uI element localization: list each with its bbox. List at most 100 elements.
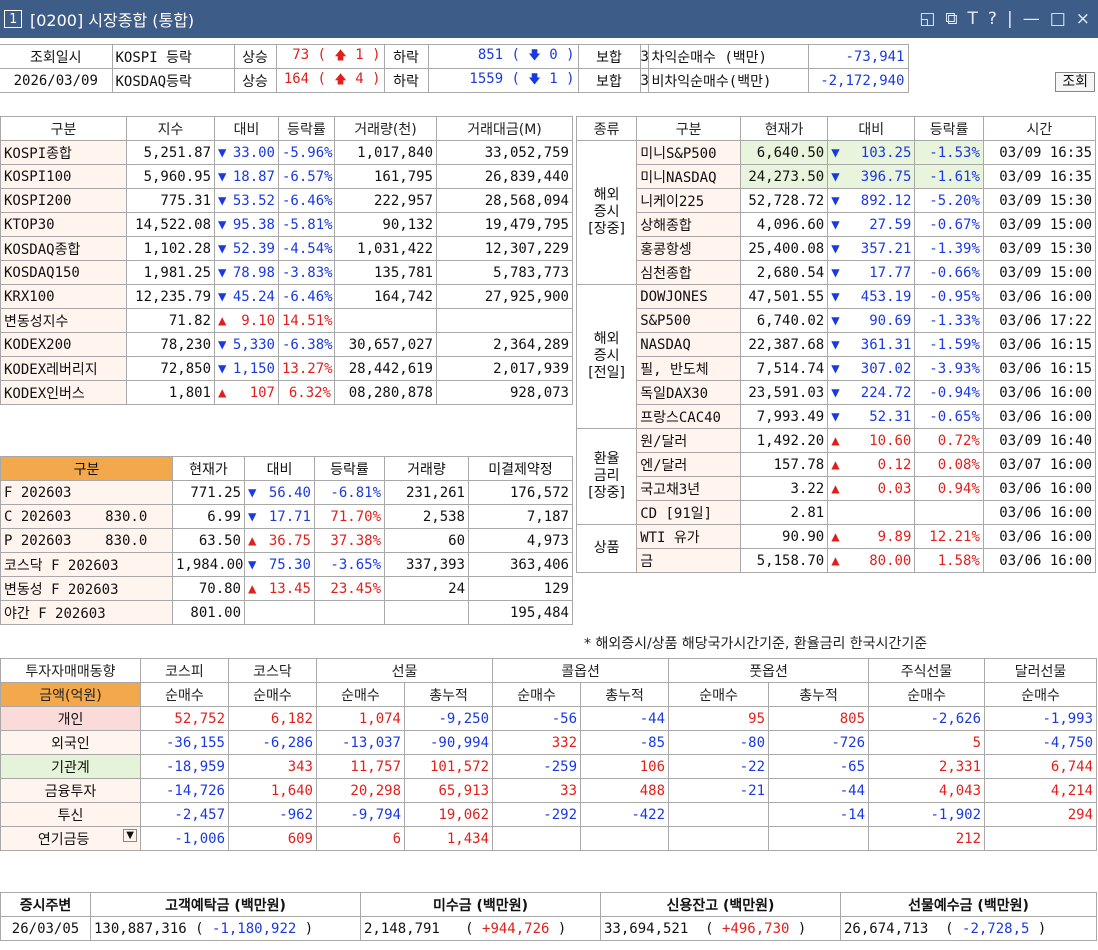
index-row[interactable]: KODEX레버리지 72,850 ▼ 1,150 13.27% 28,442,61… <box>0 356 573 381</box>
index-row[interactable]: KOSPI종합 5,251.87 ▼ 33.00 -5.96% 1,017,840… <box>0 140 573 165</box>
index-row[interactable]: KOSDAQ150 1,981.25 ▼ 78.98 -3.83% 135,781… <box>0 260 573 285</box>
query-button[interactable]: 조회 <box>1055 71 1095 92</box>
global-row[interactable]: 상품 WTI 유가 90.90 ▲ 9.89 12.21% 03/06 16:00 <box>575 524 1097 573</box>
investor-row[interactable]: 연기금등 ▼ -1,006 609 6 1,434 212 <box>0 826 1098 851</box>
index-row[interactable]: KOSPI100 5,960.95 ▼ 18.87 -6.57% 161,795 … <box>0 164 573 189</box>
down-arrow-icon: ▼ <box>831 168 840 185</box>
volume: 337,393 <box>384 552 469 577</box>
market-name: 프랑스CAC40 <box>636 404 741 429</box>
close-icon[interactable]: × <box>1076 9 1090 29</box>
market-time: 03/09 15:00 <box>982 212 1097 237</box>
futures-name: P 202603 830.0 <box>0 528 173 553</box>
layout-icon[interactable]: ◱ <box>919 9 935 29</box>
link-icon[interactable]: ⧉ <box>945 9 957 29</box>
global-row[interactable]: 홍콩항셍 25,400.08 ▼ 357.21 -1.39% 03/09 15:3… <box>577 236 1097 261</box>
investor-value: 332 <box>492 730 582 755</box>
futures-row[interactable]: P 202603 830.0 63.50 ▲ 36.75 37.38% 60 4,… <box>0 528 573 553</box>
index-row[interactable]: 변동성지수 71.82 ▲ 9.10 14.51% <box>0 308 573 333</box>
down-arrow-icon: ▼ <box>831 216 840 233</box>
index-name: KRX100 <box>0 284 127 309</box>
global-row[interactable]: 국고채3년 3.22 ▲ 0.03 0.94% 03/06 16:00 <box>577 476 1097 501</box>
investor-row[interactable]: 금융투자 -14,726 1,640 20,298 65,913 33 488 -21 -44 4… <box>0 778 1098 803</box>
up-arrow-icon: ▲ <box>218 384 227 401</box>
change-rate: -0.65% <box>914 404 984 429</box>
index-row[interactable]: KOSDAQ종합 1,102.28 ▼ 52.39 -4.54% 1,031,42… <box>0 236 573 261</box>
investor-row[interactable]: 기관계 -18,959 343 11,757 101,572 -259 106 -22 -65 2… <box>0 754 1098 779</box>
col-header: 구분 <box>0 456 173 481</box>
index-name: KOSDAQ150 <box>0 260 127 285</box>
index-row[interactable]: KRX100 12,235.79 ▼ 45.24 -6.46% 164,742 2… <box>0 284 573 309</box>
investor-row[interactable]: 개인 52,752 6,182 1,074 -9,250 -56 -44 95 805 -2,62… <box>0 706 1098 731</box>
market-price: 2,680.54 <box>739 260 829 285</box>
global-row[interactable]: 엔/달러 157.78 ▲ 0.12 0.08% 03/07 16:00 <box>577 452 1097 477</box>
futures-price: 1,984.00 <box>172 552 245 577</box>
investor-value: 52,752 <box>140 706 229 731</box>
global-row[interactable]: 환율 금리 [장중] 원/달러 1,492.20 ▲ 10.60 0.72% 03/… <box>575 428 1097 525</box>
futures-price: 6.99 <box>172 504 245 529</box>
index-row[interactable]: KODEX200 78,230 ▼ 5,330 -6.38% 30,657,027… <box>0 332 573 357</box>
global-row[interactable]: 해외 증시 [장중] 미니S&P500 6,640.50 ▼ 103.25 -1.5… <box>575 140 1097 285</box>
global-row[interactable]: 니케이225 52,728.72 ▼ 892.12 -5.20% 03/09 15… <box>577 188 1097 213</box>
investor-row[interactable]: 외국인 -36,155 -6,286 -13,037 -90,994 332 -85 -80-… <box>0 730 1098 755</box>
market-time: 03/06 16:00 <box>982 500 1097 525</box>
futures-price: 801.00 <box>172 600 245 625</box>
futures-price: 70.80 <box>172 576 245 601</box>
down-arrow-icon: ▼ <box>218 264 227 281</box>
global-row[interactable]: 금 5,158.70 ▲ 80.00 1.58% 03/06 16:00 <box>577 548 1097 573</box>
futures-row[interactable]: 변동성 F 202603 70.80 ▲ 13.45 23.45% 24 129 <box>0 576 573 601</box>
change-cell: ▲ 9.89 <box>827 524 916 549</box>
futures-row[interactable]: 야간 F 202603 801.00 195,484 <box>0 600 573 625</box>
investor-value: 1,640 <box>228 778 317 803</box>
futures-row[interactable]: 코스닥 F 202603 1,984.00 ▼ 75.30 -3.65% 337,… <box>0 552 573 577</box>
change-cell: ▲ 0.12 <box>827 452 916 477</box>
index-value: 71.82 <box>126 308 215 333</box>
change-rate: -1.33% <box>914 308 984 333</box>
investor-row[interactable]: 투신 -2,457 -962 -9,794 19,062 -292 -422 -14 -1,90… <box>0 802 1098 827</box>
open-interest: 4,973 <box>468 528 573 553</box>
investor-type[interactable]: 연기금등 ▼ <box>0 826 141 851</box>
sub-header: 순매수 <box>228 682 317 707</box>
global-row[interactable]: 필, 반도체 7,514.74 ▼ 307.02 -3.93% 03/06 16:… <box>577 356 1097 381</box>
global-row[interactable]: NASDAQ 22,387.68 ▼ 361.31 -1.59% 03/06 16… <box>577 332 1097 357</box>
futures-name: 변동성 F 202603 <box>0 576 173 601</box>
flat-label: 보합 <box>577 68 641 93</box>
global-row[interactable]: 미니NASDAQ 24,273.50 ▼ 396.75 -1.61% 03/09 … <box>577 164 1097 189</box>
index-row[interactable]: KOSPI200 775.31 ▼ 53.52 -6.46% 222,957 28… <box>0 188 573 213</box>
col-header: 대비 <box>244 456 315 481</box>
market-time: 03/06 16:00 <box>982 284 1097 309</box>
global-row[interactable]: CD [91일] 2.81 03/06 16:00 <box>577 500 1097 525</box>
investor-value: 5 <box>868 730 986 755</box>
dropdown-arrow-icon[interactable]: ▼ <box>123 828 137 842</box>
investor-value: 294 <box>984 802 1098 827</box>
trade-amount: 5,783,773 <box>436 260 573 285</box>
global-row[interactable]: 상해종합 4,096.60 ▼ 27.59 -0.67% 03/09 15:00 <box>577 212 1097 237</box>
index-row[interactable]: KTOP30 14,522.08 ▼ 95.38 -5.81% 90,132 19… <box>0 212 573 237</box>
investor-value <box>580 826 670 851</box>
investor-value: 101,572 <box>403 754 494 779</box>
global-row[interactable]: S&P500 6,740.02 ▼ 90.69 -1.33% 03/06 17:2… <box>577 308 1097 333</box>
market-name: 엔/달러 <box>636 452 741 477</box>
futures-row[interactable]: C 202603 830.0 6.99 ▼ 17.71 71.70% 2,538 … <box>0 504 573 529</box>
change-rate: 6.32% <box>278 380 335 405</box>
col-header: 거래량 <box>384 456 469 481</box>
window-tools: ◱ ⧉ T ? | — □ × <box>919 0 1090 38</box>
change-rate: -0.94% <box>914 380 984 405</box>
font-icon[interactable]: T <box>968 9 978 29</box>
change-cell: ▲ 107 <box>214 380 279 405</box>
global-row[interactable]: 해외 증시 [전일] DOWJONES 47,501.55 ▼ 453.19 -0.… <box>575 284 1097 429</box>
global-row[interactable]: 프랑스CAC40 7,993.49 ▼ 52.31 -0.65% 03/06 16… <box>577 404 1097 429</box>
minimize-icon[interactable]: — <box>1023 9 1040 29</box>
global-row[interactable]: 심천종합 2,680.54 ▼ 17.77 -0.66% 03/09 15:00 <box>577 260 1097 285</box>
market-time: 03/07 16:00 <box>982 452 1097 477</box>
investor-value: -2,626 <box>868 706 986 731</box>
index-row[interactable]: KODEX인버스 1,801 ▲ 107 6.32% 08,280,878 928… <box>0 380 573 405</box>
futures-row[interactable]: F 202603 771.25 ▼ 56.40 -6.81% 231,261 17… <box>0 480 573 505</box>
change-cell: ▲ 36.75 <box>244 528 315 553</box>
help-icon[interactable]: ? <box>988 9 997 29</box>
investor-type: 투신 <box>0 802 141 827</box>
maximize-icon[interactable]: □ <box>1050 9 1066 29</box>
investor-value: -422 <box>580 802 670 827</box>
sub-header: 총누적 <box>403 682 494 707</box>
investor-type: 기관계 <box>0 754 141 779</box>
global-row[interactable]: 독일DAX30 23,591.03 ▼ 224.72 -0.94% 03/06 1… <box>577 380 1097 405</box>
